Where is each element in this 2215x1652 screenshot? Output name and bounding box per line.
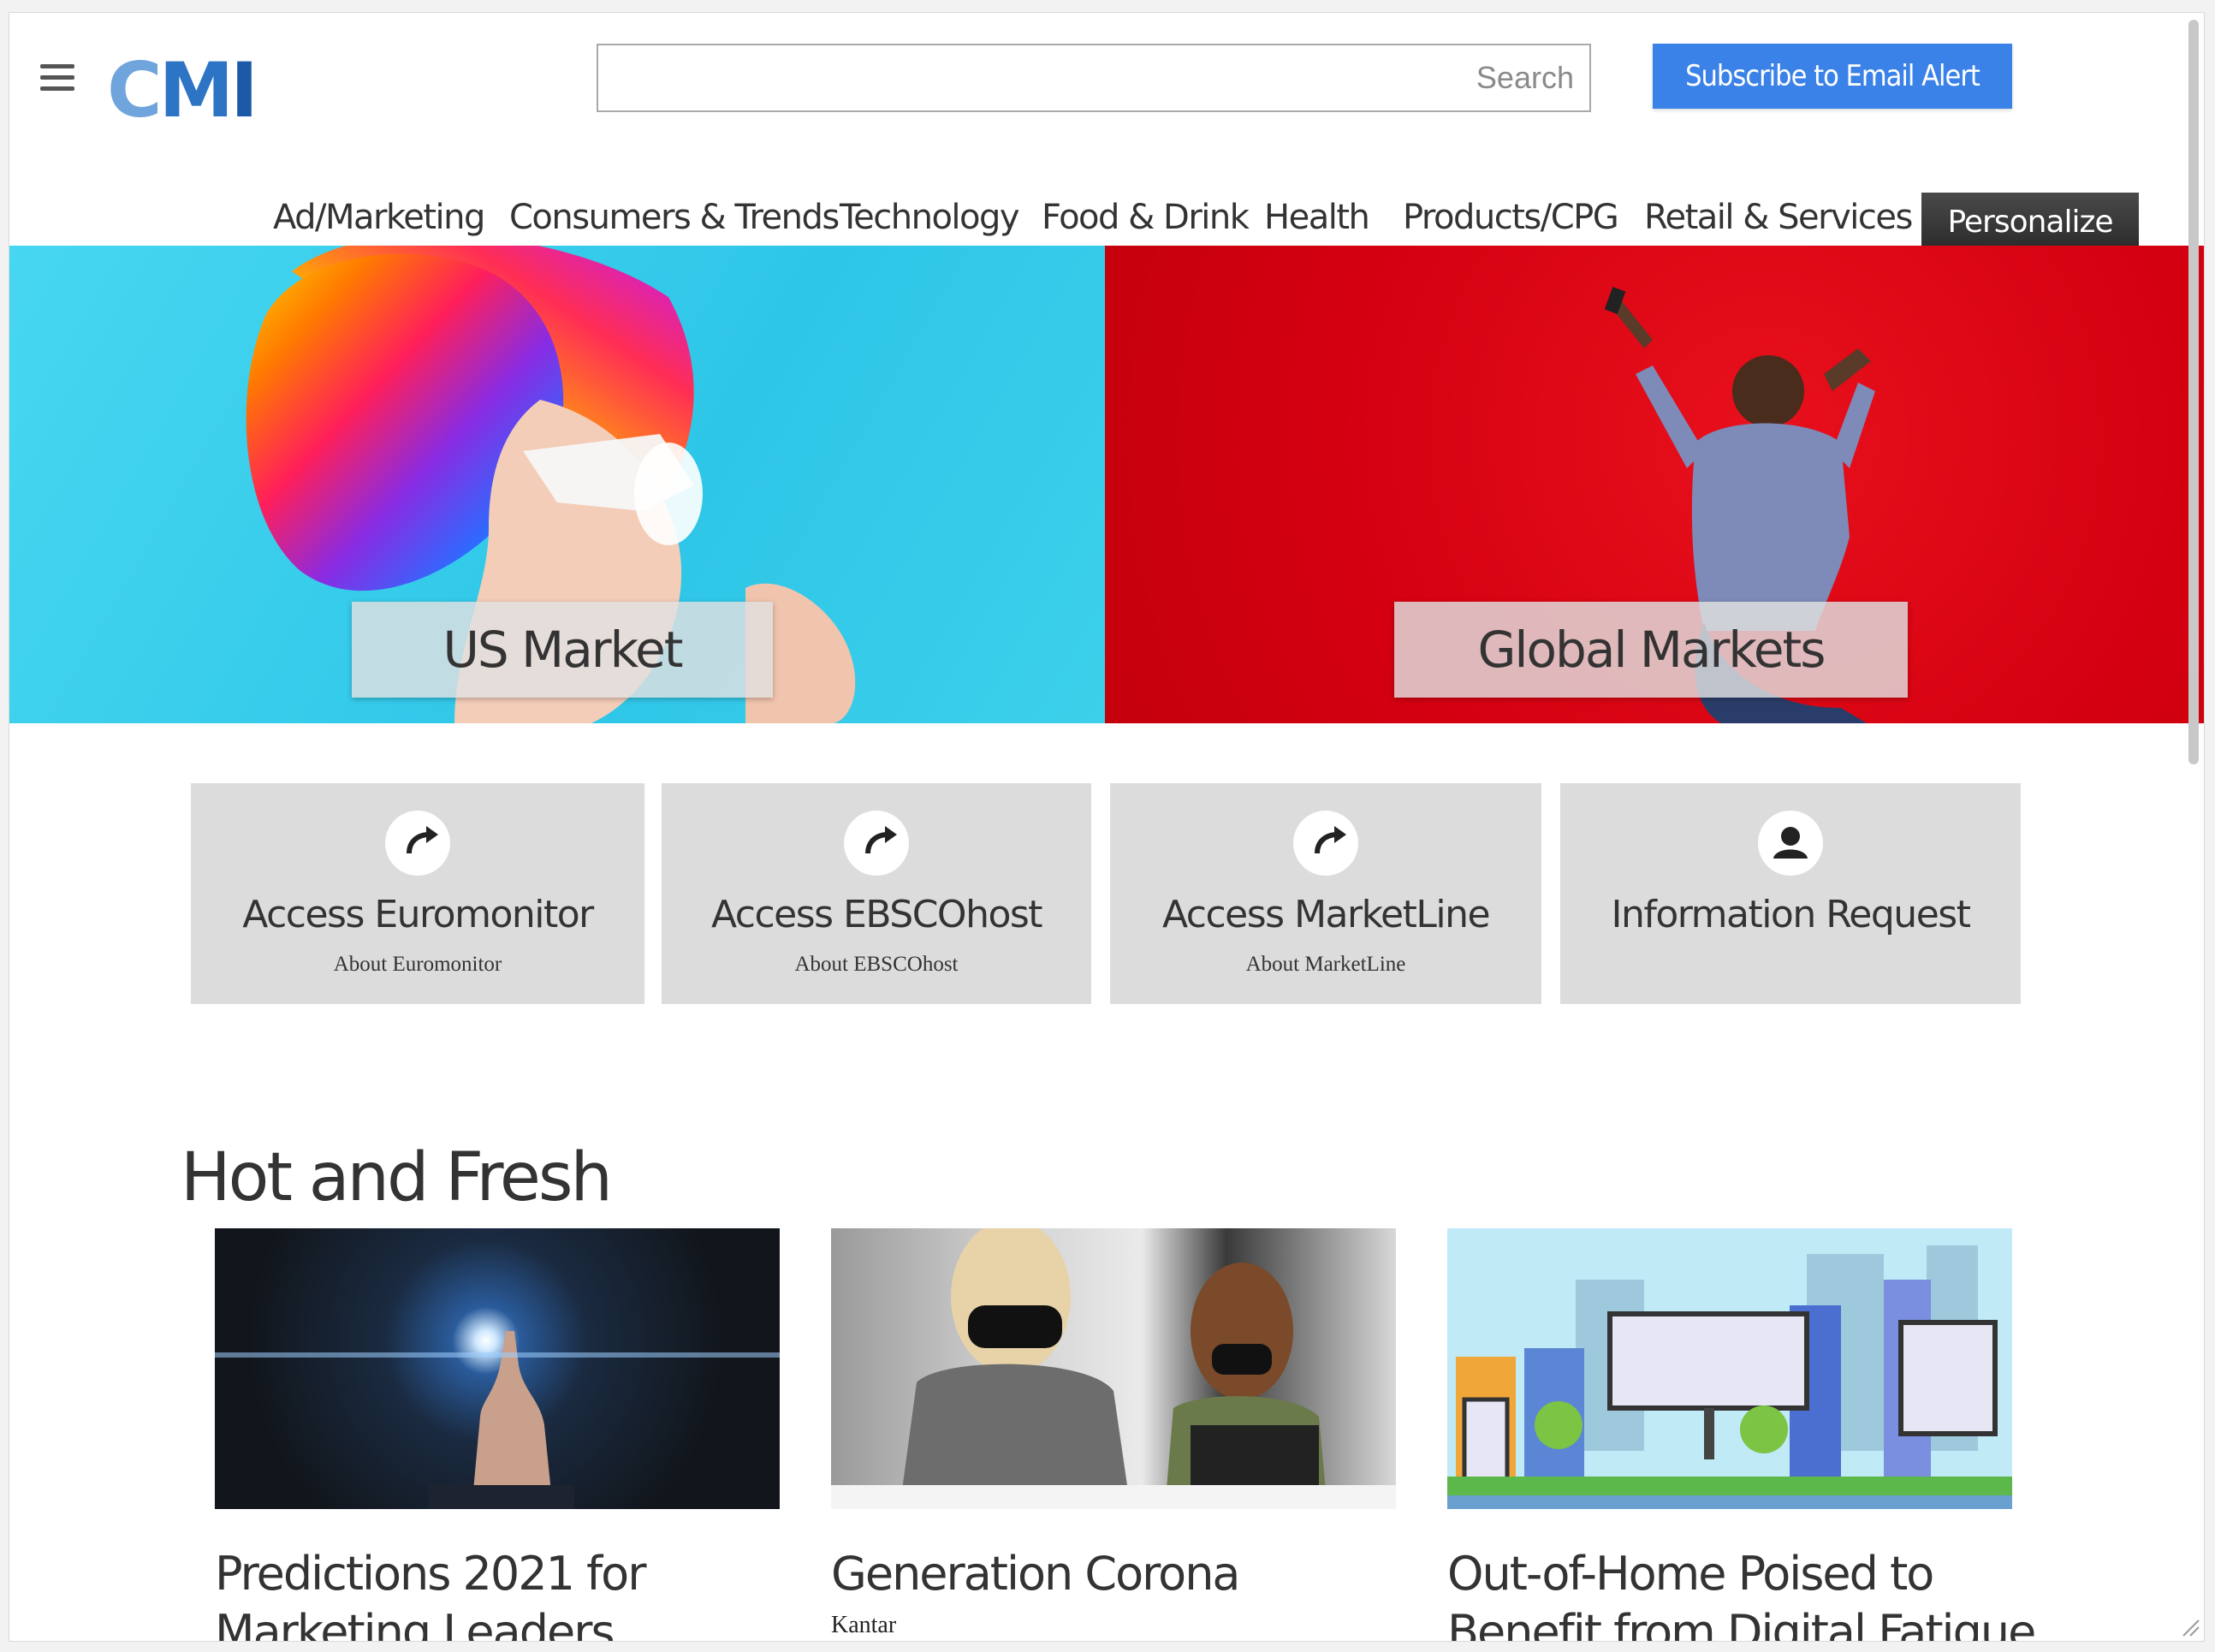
article-image[interactable] — [831, 1228, 1396, 1509]
nav-item-health[interactable]: Health — [1264, 198, 1370, 237]
article-title[interactable]: Out-of-Home Poised to Benefit from Digit… — [1447, 1545, 2046, 1641]
about-ebscohost-link[interactable]: About EBSCOhost — [662, 953, 1091, 977]
finger-light-image — [215, 1331, 780, 1509]
nav-item-retail-services[interactable]: Retail & Services — [1644, 198, 1913, 237]
article-card[interactable]: Out-of-Home Poised to Benefit from Digit… — [1447, 1228, 2036, 1641]
information-request-tile[interactable]: Information Request — [1560, 783, 2021, 1004]
masked-workers-image — [831, 1228, 1396, 1509]
scrollbar[interactable] — [2188, 20, 2199, 764]
tile-title: Access Euromonitor — [242, 893, 594, 936]
article-source: Kantar — [831, 1612, 897, 1638]
menu-icon[interactable] — [40, 64, 74, 93]
nav-item-ad-marketing[interactable]: Ad/Marketing — [273, 198, 485, 237]
article-image[interactable] — [1447, 1228, 2012, 1509]
resize-handle-icon[interactable] — [2176, 1613, 2200, 1637]
nav-item-food-drink[interactable]: Food & Drink — [1042, 198, 1250, 237]
tile-title: Information Request — [1611, 893, 1971, 936]
global-markets-button[interactable]: Global Markets — [1394, 602, 1908, 698]
city-billboards-illustration — [1447, 1245, 2012, 1509]
tile-title: Access MarketLine — [1161, 893, 1491, 936]
external-link-icon — [844, 811, 909, 876]
global-markets-banner[interactable]: Global Markets — [1105, 246, 2204, 723]
article-image[interactable] — [215, 1228, 780, 1509]
nav-item-consumers-trends[interactable]: Consumers & Trends — [509, 198, 840, 237]
about-euromonitor-link[interactable]: About Euromonitor — [191, 953, 644, 977]
access-marketline-tile[interactable]: Access MarketLine About MarketLine — [1110, 783, 1541, 1004]
us-market-button[interactable]: US Market — [352, 602, 773, 698]
us-market-banner[interactable]: US Market — [9, 246, 1105, 723]
article-title[interactable]: Predictions 2021 for Marketing Leaders (… — [215, 1545, 814, 1641]
about-marketline-link[interactable]: About MarketLine — [1110, 953, 1541, 977]
article-card[interactable]: Predictions 2021 for Marketing Leaders (… — [215, 1228, 780, 1641]
nav-item-technology[interactable]: Technology — [840, 198, 1020, 237]
access-ebscohost-tile[interactable]: Access EBSCOhost About EBSCOhost — [662, 783, 1091, 1004]
article-card[interactable]: Generation Corona Kantar — [831, 1228, 1396, 1638]
search-input[interactable] — [597, 44, 1591, 112]
article-title[interactable]: Generation Corona — [831, 1545, 1430, 1603]
cmi-logo[interactable]: CMI — [107, 52, 258, 129]
tile-title: Access EBSCOhost — [710, 893, 1043, 936]
section-title: Hot and Fresh — [181, 1139, 613, 1216]
nav-item-products-cpg[interactable]: Products/CPG — [1403, 198, 1619, 237]
external-link-icon — [1293, 811, 1358, 876]
external-link-icon — [385, 811, 450, 876]
subscribe-email-alert-button[interactable]: Subscribe to Email Alert — [1653, 44, 2012, 109]
personalize-button[interactable]: Personalize — [1921, 193, 2139, 251]
user-icon — [1758, 811, 1823, 876]
browser-window: CMI Subscribe to Email Alert Ad/Marketin… — [9, 12, 2205, 1642]
access-euromonitor-tile[interactable]: Access Euromonitor About Euromonitor — [191, 783, 644, 1004]
